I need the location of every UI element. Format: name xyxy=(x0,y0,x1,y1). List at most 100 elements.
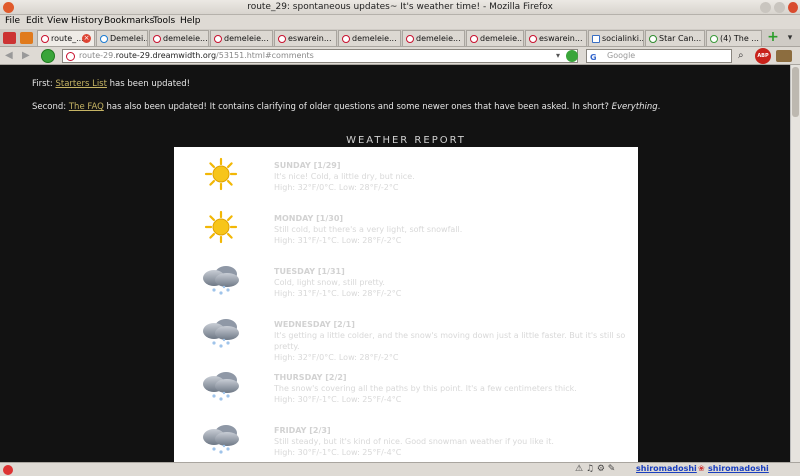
day-name: WEDNESDAY [2/1] xyxy=(274,320,355,329)
google-icon: G xyxy=(590,53,597,62)
window-title: route_29: spontaneous updates~ It's weat… xyxy=(247,2,553,12)
url-bar[interactable]: route-29.route-29.dreamwidth.org/53151.h… xyxy=(62,49,578,63)
tab-label: (4) The ... xyxy=(720,34,759,43)
title-bar: route_29: spontaneous updates~ It's weat… xyxy=(0,0,800,15)
url-host: route-29.route-29.dreamwidth.org xyxy=(79,51,217,60)
snow-cloud-icon xyxy=(200,263,242,297)
favicon xyxy=(100,35,108,43)
search-placeholder: Google xyxy=(607,51,636,60)
dreamwidth-icon xyxy=(342,35,350,43)
stop-icon[interactable] xyxy=(3,465,13,475)
tab-7[interactable]: demeleie... xyxy=(466,30,524,46)
gmail-icon[interactable] xyxy=(3,32,16,44)
tab-6[interactable]: demeleie... xyxy=(402,30,465,46)
tab-8[interactable]: eswarein... xyxy=(525,30,587,46)
post-line-2: Second: The FAQ has also been updated! I… xyxy=(32,102,660,112)
snow-cloud-icon xyxy=(200,316,242,350)
close-button[interactable] xyxy=(788,2,798,13)
dreamwidth-icon xyxy=(41,35,49,43)
tab-label: demeleie... xyxy=(163,34,208,43)
url-dropdown-icon[interactable]: ▾ xyxy=(556,51,560,60)
adblock-icon[interactable]: ABP xyxy=(755,48,771,64)
tab-label: demeleie... xyxy=(352,34,397,43)
dreamwidth-icon xyxy=(214,35,222,43)
menu-help[interactable]: Help xyxy=(180,16,201,26)
tab-label: demeleie... xyxy=(416,34,461,43)
day-description: It's getting a little colder, and the sn… xyxy=(274,331,626,351)
day-name: MONDAY [1/30] xyxy=(274,214,344,223)
day-name: SUNDAY [1/29] xyxy=(274,161,341,170)
menu-tools[interactable]: Tools xyxy=(153,16,175,26)
list-tabs-icon[interactable]: ▾ xyxy=(783,32,797,44)
day-temperatures: High: 32°F/0°C. Low: 28°F/-2°C xyxy=(274,353,399,362)
day-name: TUESDAY [1/31] xyxy=(274,267,345,276)
status-bar: ⚠ ♫ ⚙ ✎ shiromadoshi ❀ shiromadoshi xyxy=(0,462,800,476)
snow-cloud-icon xyxy=(200,369,242,403)
menu-view[interactable]: View xyxy=(47,16,68,26)
tab-0[interactable]: route_... × xyxy=(37,30,95,46)
user-link-1[interactable]: shiromadoshi xyxy=(636,464,697,473)
forecast-day: TUESDAY [1/31] Cold, light snow, still pr… xyxy=(274,266,401,299)
starters-list-link[interactable]: Starters List xyxy=(55,79,106,89)
forecast-day: THURSDAY [2/2] The snow's covering all th… xyxy=(274,372,577,405)
forecast-day: WEDNESDAY [2/1] It's getting a little col… xyxy=(274,319,638,363)
tab-strip: route_... × Demelei... demeleie... demele… xyxy=(0,29,800,47)
day-name: FRIDAY [2/3] xyxy=(274,426,331,435)
user-link-2[interactable]: shiromadoshi xyxy=(708,464,769,473)
new-tab-icon[interactable]: + xyxy=(766,30,780,45)
tab-label: demeleie... xyxy=(224,34,269,43)
day-description: It's nice! Cold, a little dry, but nice. xyxy=(274,172,415,181)
menu-bookmarks[interactable]: Bookmarks xyxy=(104,16,154,26)
site-icon xyxy=(66,52,75,61)
go-icon[interactable] xyxy=(566,50,578,62)
menu-history[interactable]: History xyxy=(71,16,103,26)
forward-icon[interactable]: ▶ xyxy=(22,51,30,61)
scrollbar-thumb[interactable] xyxy=(792,67,799,117)
day-temperatures: High: 32°F/0°C. Low: 28°F/-2°C xyxy=(274,183,399,192)
close-tab-icon[interactable]: × xyxy=(82,34,91,43)
tab-11[interactable]: (4) The ... xyxy=(706,30,762,46)
tab-9[interactable]: socialinki... xyxy=(588,30,644,46)
snow-cloud-icon xyxy=(200,422,242,456)
search-box[interactable]: G Google xyxy=(586,49,732,63)
menu-bar: File Edit View History Bookmarks Tools H… xyxy=(0,15,800,29)
favicon xyxy=(592,35,600,43)
day-description: Still steady, but it's kind of nice. Goo… xyxy=(274,437,554,446)
text: Second: xyxy=(32,102,69,112)
day-temperatures: High: 30°F/-1°C. Low: 25°F/-4°C xyxy=(274,395,402,404)
favicon xyxy=(710,35,718,43)
tab-10[interactable]: Star Can... xyxy=(645,30,705,46)
weather-report-heading: WEATHER REPORT xyxy=(346,135,466,146)
tab-label: demeleie... xyxy=(480,34,524,43)
day-description: The snow's covering all the paths by thi… xyxy=(274,384,577,393)
dreamwidth-icon xyxy=(406,35,414,43)
text: . xyxy=(657,102,661,112)
tab-2[interactable]: demeleie... xyxy=(149,30,209,46)
sun-icon xyxy=(200,210,242,244)
tab-label: Star Can... xyxy=(659,34,702,43)
tab-3[interactable]: demeleie... xyxy=(210,30,273,46)
reload-icon[interactable] xyxy=(41,49,55,63)
sun-icon xyxy=(200,157,242,191)
dreamwidth-icon xyxy=(153,35,161,43)
url-host-text: route-29.dreamwidth.org xyxy=(115,51,217,60)
app-tab-icon[interactable] xyxy=(20,32,33,44)
day-temperatures: High: 31°F/-1°C. Low: 28°F/-2°C xyxy=(274,236,402,245)
menu-edit[interactable]: Edit xyxy=(26,16,43,26)
minimize-button[interactable] xyxy=(760,2,771,13)
faq-link[interactable]: The FAQ xyxy=(69,102,104,112)
emphasis: Everything xyxy=(611,102,658,112)
back-icon[interactable]: ◀ xyxy=(5,51,13,61)
dreamwidth-icon xyxy=(470,35,478,43)
tab-5[interactable]: demeleie... xyxy=(338,30,401,46)
vertical-scrollbar[interactable] xyxy=(790,65,800,462)
binoculars-icon[interactable]: ⌕ xyxy=(738,50,752,62)
tab-4[interactable]: eswarein... xyxy=(274,30,337,46)
tab-1[interactable]: Demelei... xyxy=(96,30,148,46)
menu-file[interactable]: File xyxy=(5,16,20,26)
forecast-day: FRIDAY [2/3] Still steady, but it's kind … xyxy=(274,425,554,458)
maximize-button[interactable] xyxy=(774,2,785,13)
dreamwidth-icon xyxy=(529,35,537,43)
tab-label: socialinki... xyxy=(602,34,644,43)
addon-icon[interactable] xyxy=(776,50,792,62)
